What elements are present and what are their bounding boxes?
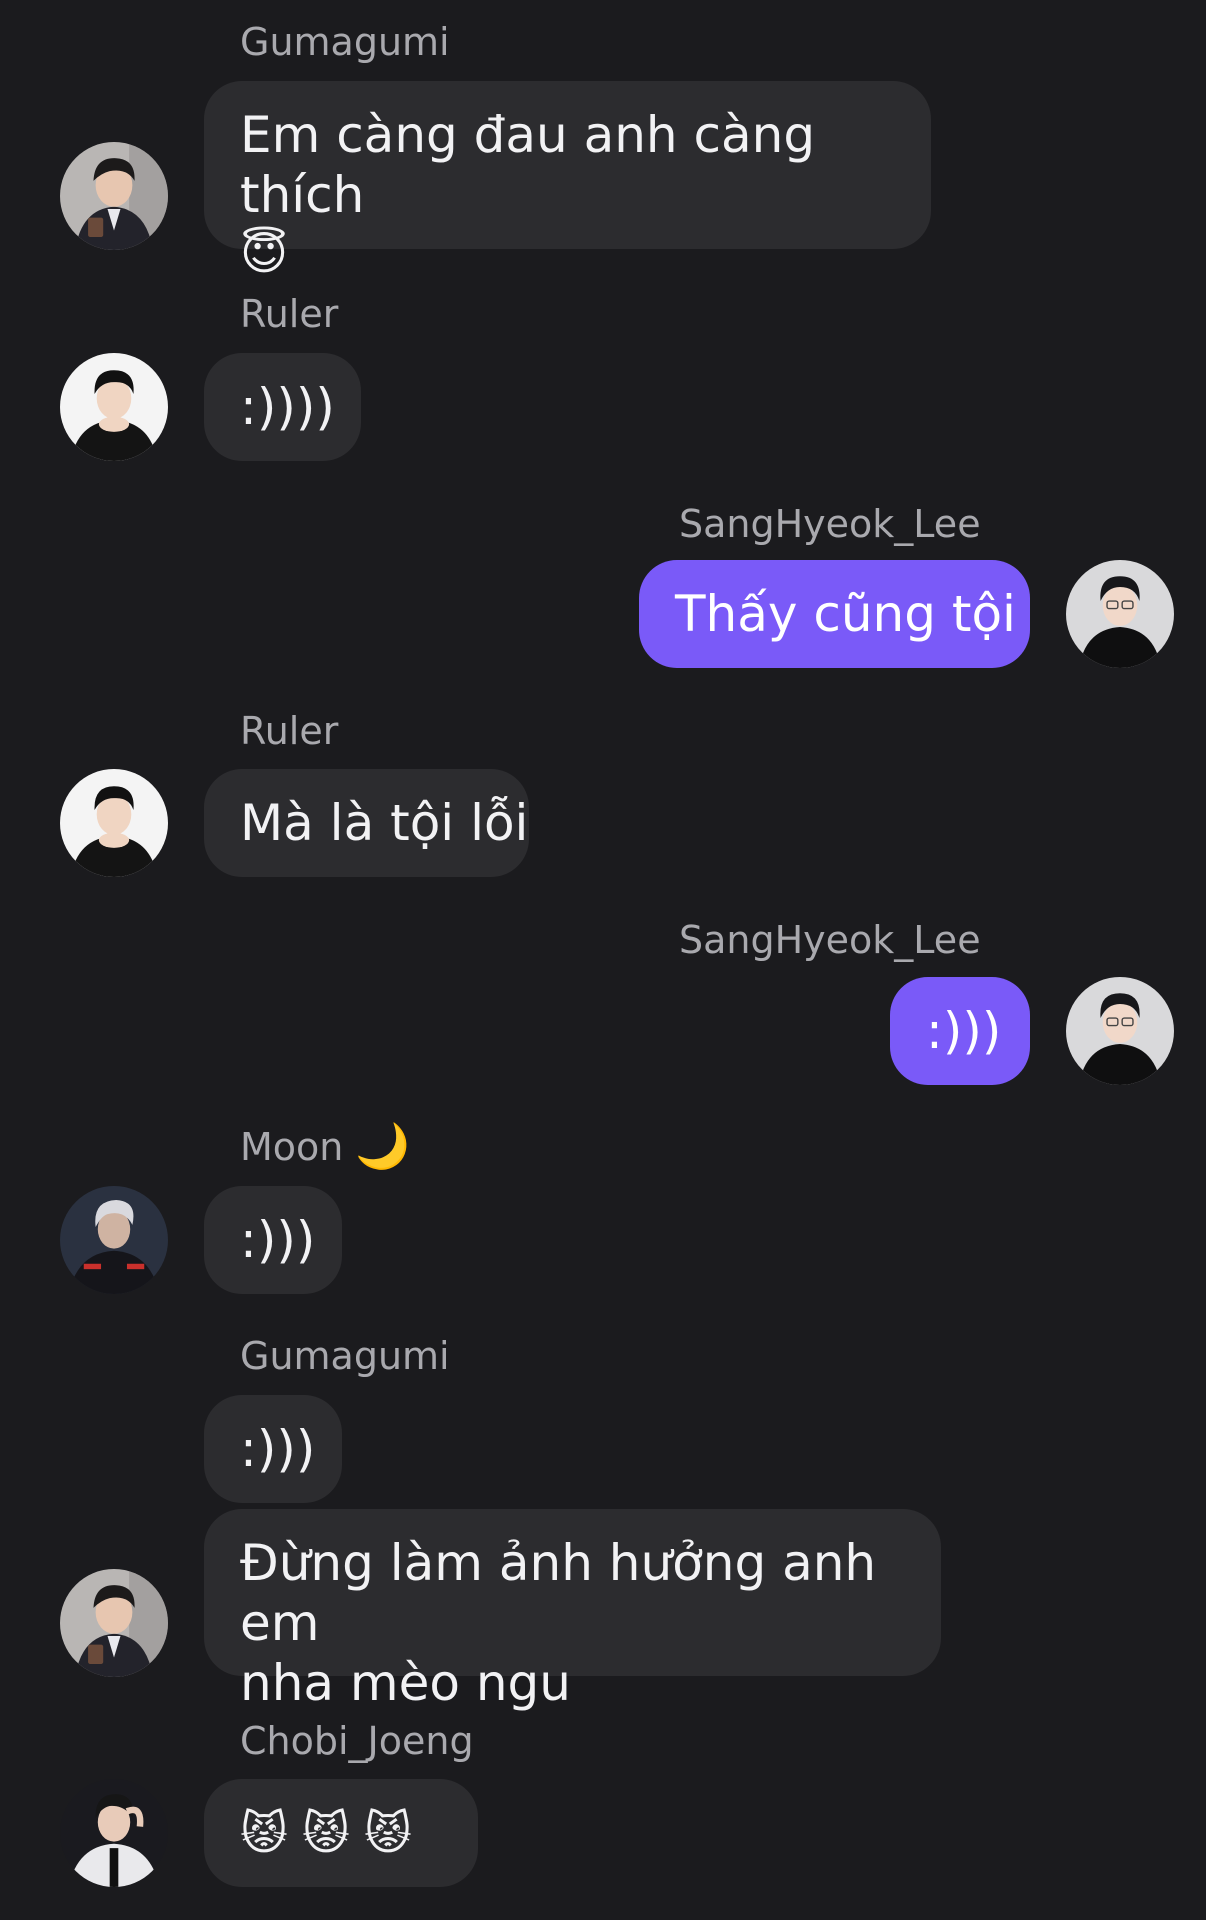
sender-name-chobi-joeng: Chobi_Joeng [240,1719,474,1763]
sender-name-gumagumi: Gumagumi [240,20,450,64]
avatar-ruler[interactable] [60,353,168,461]
sender-name-ruler: Ruler [240,709,339,753]
sender-name-gumagumi: Gumagumi [240,1334,450,1378]
pouting-cat-emoji: 😾 [363,1806,412,1860]
sender-name-text: Moon [240,1125,344,1169]
avatar-chobi-joeng-image [60,1779,168,1887]
pouting-cat-emoji: 😾 [301,1806,350,1860]
sender-name-sanghyeok-lee: SangHyeok_Lee [679,918,981,962]
message-text-line: nha mèo ngu [240,1654,571,1712]
avatar-chobi-joeng[interactable] [60,1779,168,1887]
avatar-gumagumi-image [60,1569,168,1677]
avatar-ruler-image [60,353,168,461]
sender-name-ruler: Ruler [240,292,339,336]
message-text: :))) [240,1420,316,1478]
avatar-moon-image [60,1186,168,1294]
message-bubble[interactable]: Em càng đau anh càng thích 😇 [204,81,931,279]
avatar-moon[interactable] [60,1186,168,1294]
avatar-gumagumi[interactable] [60,142,168,250]
message-text: Em càng đau anh càng thích [240,106,816,224]
message-bubble[interactable]: :)))) [204,353,361,461]
own-message-bubble[interactable]: :))) [890,977,1030,1085]
message-text: Thấy cũng tội [675,585,1016,643]
message-text: :))) [240,1211,316,1269]
message-bubble[interactable]: :))) [204,1395,342,1503]
avatar-sanghyeok-lee[interactable] [1066,977,1174,1085]
avatar-gumagumi-image [60,142,168,250]
message-text: :))) [926,1002,1002,1060]
message-bubble[interactable]: Mà là tội lỗi [204,769,529,877]
message-bubble[interactable]: 😾 😾 😾 [204,1779,478,1887]
avatar-gumagumi[interactable] [60,1569,168,1677]
crescent-moon-icon: 🌙 [355,1121,411,1172]
message-bubble[interactable]: :))) [204,1186,342,1294]
message-text-line: Đừng làm ảnh hưởng anh em [240,1534,877,1652]
sender-name-sanghyeok-lee: SangHyeok_Lee [679,502,981,546]
message-text: :)))) [240,378,335,436]
avatar-sanghyeok-lee-image [1066,977,1174,1085]
avatar-ruler-image [60,769,168,877]
message-text: Mà là tội lỗi [240,794,529,852]
avatar-ruler[interactable] [60,769,168,877]
avatar-sanghyeok-lee[interactable] [1066,560,1174,668]
message-bubble[interactable]: Đừng làm ảnh hưởng anh em nha mèo ngu [204,1509,941,1712]
pouting-cat-emoji: 😾 [240,1806,288,1860]
sender-name-moon: Moon 🌙 [240,1124,410,1170]
emoji-row: 😾 😾 😾 [240,1807,412,1859]
avatar-sanghyeok-lee-image [1066,560,1174,668]
smiling-face-with-halo-emoji: 😇 [240,226,288,280]
own-message-bubble[interactable]: Thấy cũng tội [639,560,1030,668]
